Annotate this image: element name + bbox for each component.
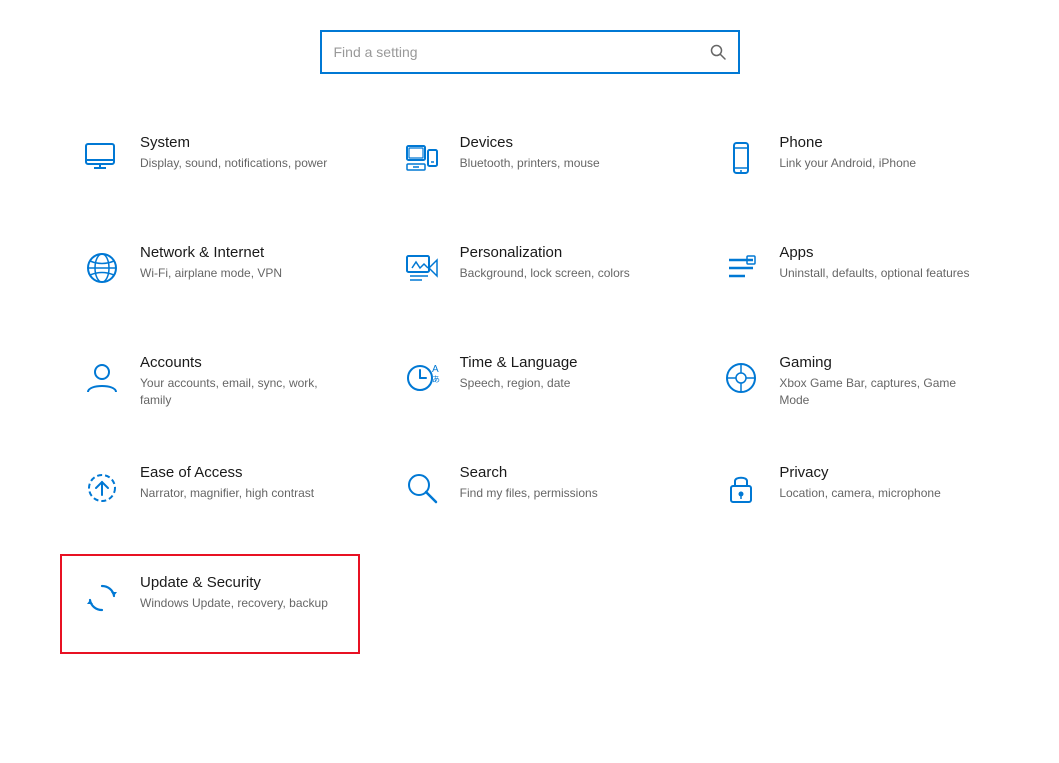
setting-title-update: Update & Security xyxy=(140,574,342,591)
setting-item-search[interactable]: Search Find my files, permissions xyxy=(380,444,680,544)
setting-title-accounts: Accounts xyxy=(140,354,342,371)
setting-desc-accounts: Your accounts, email, sync, work, family xyxy=(140,375,342,409)
setting-title-privacy: Privacy xyxy=(779,464,981,481)
gaming-icon xyxy=(717,354,765,402)
setting-item-phone[interactable]: Phone Link your Android, iPhone xyxy=(699,114,999,214)
setting-desc-update: Windows Update, recovery, backup xyxy=(140,595,342,612)
setting-desc-privacy: Location, camera, microphone xyxy=(779,485,981,502)
search-container xyxy=(60,30,999,74)
setting-title-gaming: Gaming xyxy=(779,354,981,371)
setting-text-time: Time & Language Speech, region, date xyxy=(460,354,662,392)
setting-text-privacy: Privacy Location, camera, microphone xyxy=(779,464,981,502)
setting-item-ease[interactable]: Ease of Access Narrator, magnifier, high… xyxy=(60,444,360,544)
search-box xyxy=(320,30,740,74)
personalization-icon xyxy=(398,244,446,292)
setting-text-update: Update & Security Windows Update, recove… xyxy=(140,574,342,612)
setting-desc-apps: Uninstall, defaults, optional features xyxy=(779,265,981,282)
setting-text-system: System Display, sound, notifications, po… xyxy=(140,134,342,172)
time-icon: A あ xyxy=(398,354,446,402)
devices-icon xyxy=(398,134,446,182)
setting-item-privacy[interactable]: Privacy Location, camera, microphone xyxy=(699,444,999,544)
setting-text-ease: Ease of Access Narrator, magnifier, high… xyxy=(140,464,342,502)
setting-desc-ease: Narrator, magnifier, high contrast xyxy=(140,485,342,502)
settings-grid: System Display, sound, notifications, po… xyxy=(60,114,999,654)
setting-title-ease: Ease of Access xyxy=(140,464,342,481)
apps-icon xyxy=(717,244,765,292)
setting-item-apps[interactable]: Apps Uninstall, defaults, optional featu… xyxy=(699,224,999,324)
svg-text:あ: あ xyxy=(432,375,440,384)
setting-text-phone: Phone Link your Android, iPhone xyxy=(779,134,981,172)
setting-title-search: Search xyxy=(460,464,662,481)
setting-title-phone: Phone xyxy=(779,134,981,151)
ease-icon xyxy=(78,464,126,512)
setting-desc-time: Speech, region, date xyxy=(460,375,662,392)
setting-text-personalization: Personalization Background, lock screen,… xyxy=(460,244,662,282)
privacy-icon xyxy=(717,464,765,512)
setting-title-apps: Apps xyxy=(779,244,981,261)
setting-text-search: Search Find my files, permissions xyxy=(460,464,662,502)
setting-desc-personalization: Background, lock screen, colors xyxy=(460,265,662,282)
accounts-icon xyxy=(78,354,126,402)
setting-item-time[interactable]: A あ Time & Language Speech, region, date xyxy=(380,334,680,434)
settings-page: System Display, sound, notifications, po… xyxy=(0,0,1059,763)
setting-text-network: Network & Internet Wi-Fi, airplane mode,… xyxy=(140,244,342,282)
setting-text-gaming: Gaming Xbox Game Bar, captures, Game Mod… xyxy=(779,354,981,409)
setting-desc-search: Find my files, permissions xyxy=(460,485,662,502)
setting-title-time: Time & Language xyxy=(460,354,662,371)
setting-item-accounts[interactable]: Accounts Your accounts, email, sync, wor… xyxy=(60,334,360,434)
setting-text-apps: Apps Uninstall, defaults, optional featu… xyxy=(779,244,981,282)
update-icon xyxy=(78,574,126,622)
setting-item-system[interactable]: System Display, sound, notifications, po… xyxy=(60,114,360,214)
search-input[interactable] xyxy=(334,44,710,60)
setting-text-devices: Devices Bluetooth, printers, mouse xyxy=(460,134,662,172)
setting-desc-gaming: Xbox Game Bar, captures, Game Mode xyxy=(779,375,981,409)
search-icon xyxy=(710,44,726,60)
setting-title-system: System xyxy=(140,134,342,151)
network-icon xyxy=(78,244,126,292)
svg-text:A: A xyxy=(432,364,439,375)
system-icon xyxy=(78,134,126,182)
setting-title-devices: Devices xyxy=(460,134,662,151)
setting-item-network[interactable]: Network & Internet Wi-Fi, airplane mode,… xyxy=(60,224,360,324)
setting-item-personalization[interactable]: Personalization Background, lock screen,… xyxy=(380,224,680,324)
setting-desc-phone: Link your Android, iPhone xyxy=(779,155,981,172)
setting-item-gaming[interactable]: Gaming Xbox Game Bar, captures, Game Mod… xyxy=(699,334,999,434)
search-setting-icon xyxy=(398,464,446,512)
setting-item-update[interactable]: Update & Security Windows Update, recove… xyxy=(60,554,360,654)
phone-icon xyxy=(717,134,765,182)
setting-title-personalization: Personalization xyxy=(460,244,662,261)
setting-text-accounts: Accounts Your accounts, email, sync, wor… xyxy=(140,354,342,409)
setting-desc-network: Wi-Fi, airplane mode, VPN xyxy=(140,265,342,282)
setting-desc-system: Display, sound, notifications, power xyxy=(140,155,342,172)
setting-title-network: Network & Internet xyxy=(140,244,342,261)
setting-desc-devices: Bluetooth, printers, mouse xyxy=(460,155,662,172)
setting-item-devices[interactable]: Devices Bluetooth, printers, mouse xyxy=(380,114,680,214)
